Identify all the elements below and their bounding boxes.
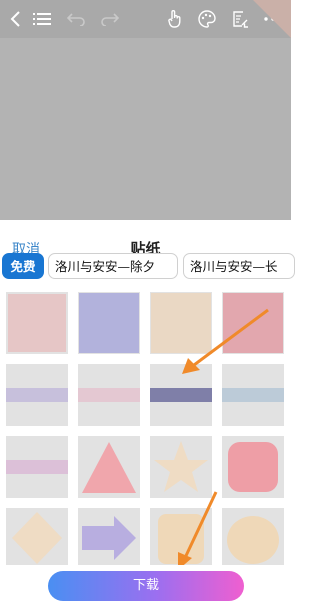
sticker-diamond[interactable] [6, 508, 68, 570]
top-toolbar [0, 0, 291, 38]
back-icon[interactable] [4, 7, 28, 31]
sticker-oval[interactable] [222, 508, 284, 570]
sticker-beige-square[interactable] [150, 292, 212, 354]
sticker-lavender-square[interactable] [78, 292, 140, 354]
sticker-purple-tape[interactable] [150, 364, 212, 426]
page-corner-fold [253, 0, 291, 38]
sticker-pink-tape[interactable] [78, 364, 140, 426]
sticker-panel: 取消 贴纸 免费 洛川与安安—除夕 洛川与安安—长 下载 [0, 220, 295, 607]
download-bar: 下载 [0, 565, 291, 607]
sticker-blue-tape[interactable] [222, 364, 284, 426]
sticker-pink-square[interactable] [6, 292, 68, 354]
undo-icon[interactable] [64, 7, 88, 31]
sticker-triangle[interactable] [78, 436, 140, 498]
sticker-rounded-square[interactable] [222, 436, 284, 498]
sticker-mauve-tape[interactable] [6, 436, 68, 498]
sticker-lilac-tape[interactable] [6, 364, 68, 426]
sticker-star[interactable] [150, 436, 212, 498]
tab-luochuan-chang[interactable]: 洛川与安安—长 [183, 253, 295, 279]
sticker-arrow-shape[interactable] [78, 508, 140, 570]
edit-document-icon[interactable] [228, 7, 252, 31]
sticker-beige-rounded[interactable] [150, 508, 212, 570]
document-canvas[interactable] [0, 38, 291, 220]
tab-luochuan-chuxi[interactable]: 洛川与安安—除夕 [48, 253, 178, 279]
download-button[interactable]: 下载 [48, 571, 244, 601]
sticker-category-tabs: 免费 洛川与安安—除夕 洛川与安安—长 [0, 253, 295, 281]
palette-icon[interactable] [195, 7, 219, 31]
hand-pointer-icon[interactable] [163, 7, 187, 31]
tab-free[interactable]: 免费 [2, 253, 44, 279]
sticker-rose-square[interactable] [222, 292, 284, 354]
sticker-grid [0, 292, 291, 592]
redo-icon[interactable] [98, 7, 122, 31]
list-icon[interactable] [30, 7, 54, 31]
